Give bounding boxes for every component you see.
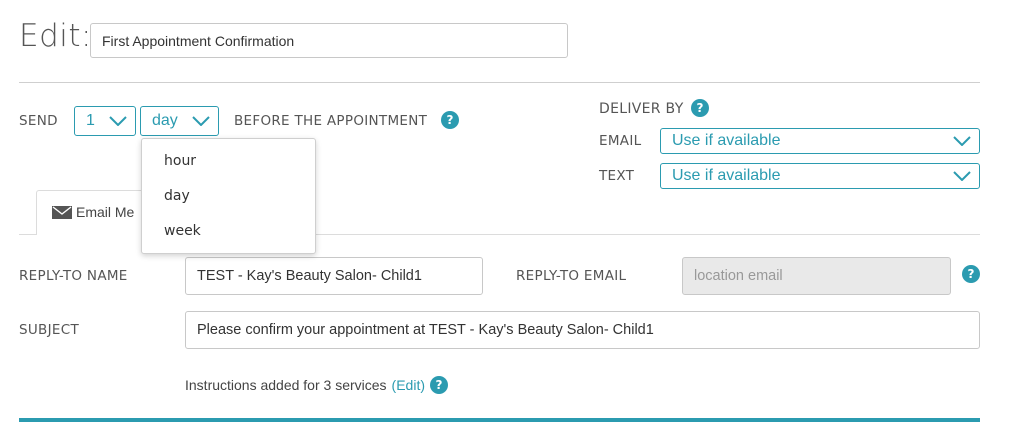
- reply-to-email-input[interactable]: location email: [682, 257, 951, 295]
- envelope-icon: [52, 205, 72, 219]
- send-suffix-label: BEFORE THE APPOINTMENT: [234, 113, 428, 129]
- help-icon[interactable]: ?: [691, 99, 709, 117]
- tab-email-label: Email Me: [76, 204, 135, 220]
- dropdown-option-week[interactable]: week: [164, 223, 201, 239]
- help-icon[interactable]: ?: [441, 111, 459, 129]
- help-icon[interactable]: ?: [962, 265, 980, 283]
- deliver-text-select[interactable]: Use if available: [660, 163, 980, 189]
- reply-to-email-label: REPLY-TO EMAIL: [516, 268, 627, 284]
- chevron-down-icon: [109, 116, 127, 126]
- reply-to-name-label: REPLY-TO NAME: [19, 268, 128, 284]
- reply-to-name-value: TEST - Kay's Beauty Salon- Child1: [197, 268, 422, 284]
- send-unit-dropdown: hour day week: [141, 138, 316, 254]
- instructions-row: Instructions added for 3 services (Edit)…: [185, 376, 448, 394]
- subject-value: Please confirm your appointment at TEST …: [197, 322, 654, 338]
- bottom-accent-bar: [19, 418, 980, 422]
- chevron-down-icon: [953, 136, 971, 146]
- send-label: SEND: [19, 113, 58, 129]
- send-quantity-value: 1: [86, 112, 95, 129]
- reply-to-name-input[interactable]: TEST - Kay's Beauty Salon- Child1: [185, 257, 483, 295]
- deliver-text-label: TEXT: [599, 168, 635, 184]
- subject-label: SUBJECT: [19, 322, 79, 338]
- dropdown-option-hour[interactable]: hour: [164, 153, 196, 169]
- instructions-edit-link[interactable]: (Edit): [392, 377, 425, 393]
- deliver-text-value: Use if available: [672, 167, 781, 184]
- reply-to-email-placeholder: location email: [694, 268, 783, 284]
- deliver-email-select[interactable]: Use if available: [660, 128, 980, 154]
- page-title: Edit:: [19, 18, 92, 54]
- send-quantity-select[interactable]: 1: [74, 106, 136, 136]
- send-unit-value: day: [152, 112, 178, 129]
- chevron-down-icon: [953, 171, 971, 181]
- deliver-email-label: EMAIL: [599, 133, 642, 149]
- header-divider: [19, 82, 980, 83]
- subject-input[interactable]: Please confirm your appointment at TEST …: [185, 311, 980, 349]
- tab-email-message-label: Email Me: [52, 204, 134, 220]
- dropdown-option-day[interactable]: day: [164, 188, 190, 204]
- send-unit-select[interactable]: day: [140, 106, 219, 136]
- help-icon[interactable]: ?: [430, 376, 448, 394]
- instructions-text: Instructions added for 3 services: [185, 377, 387, 393]
- deliver-email-value: Use if available: [672, 132, 781, 149]
- template-name-input[interactable]: [90, 23, 568, 58]
- deliver-by-title: DELIVER BY: [599, 101, 684, 117]
- chevron-down-icon: [192, 116, 210, 126]
